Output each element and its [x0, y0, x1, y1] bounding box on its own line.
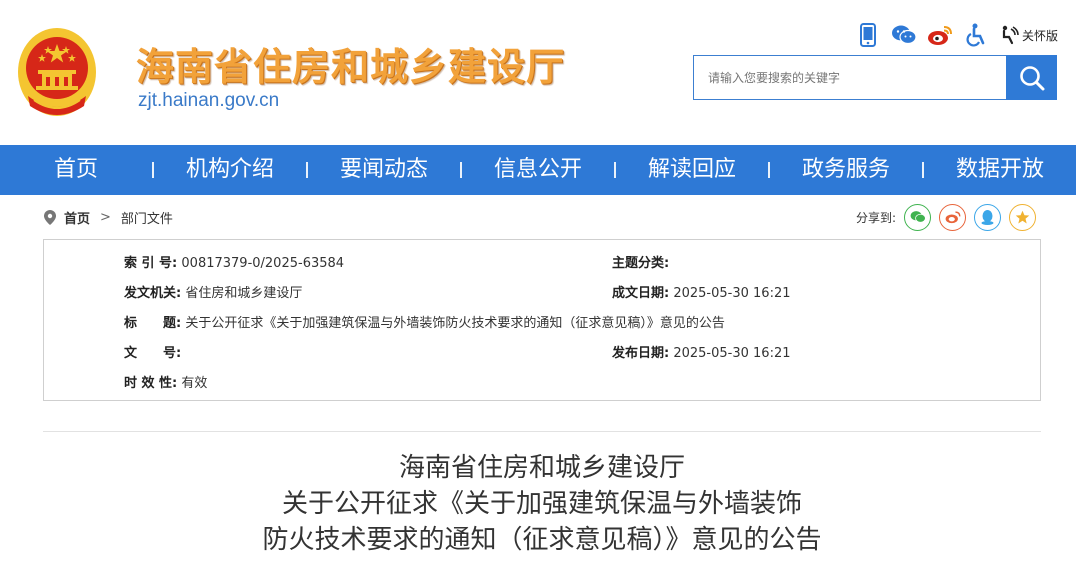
- search-input[interactable]: [693, 55, 1007, 100]
- national-emblem-logo[interactable]: [16, 26, 98, 124]
- nav-item-services[interactable]: 政务服务: [770, 145, 922, 195]
- doc-number-label: 文 号:: [124, 346, 182, 361]
- breadcrumb-current[interactable]: 部门文件: [121, 208, 173, 227]
- qq-icon: [981, 209, 994, 225]
- title-label: 标 题:: [124, 316, 182, 331]
- document-metadata: 索 引 号: 00817379-0/2025-63584 主题分类: 发文机关:…: [43, 239, 1041, 401]
- index-number-row: 索 引 号: 00817379-0/2025-63584: [124, 252, 344, 271]
- nav-item-interpretation[interactable]: 解读回应: [616, 145, 768, 195]
- issuer-label: 发文机关:: [124, 286, 182, 301]
- site-header: 海南省住房和城乡建设厅 zjt.hainan.gov.cn 关怀版: [0, 0, 1076, 145]
- search-icon: [1019, 65, 1044, 90]
- share-wechat-button[interactable]: [904, 203, 931, 231]
- accessibility-icon[interactable]: [963, 22, 989, 48]
- breadcrumb-separator: >: [100, 209, 111, 225]
- article-title-line2: 关于公开征求《关于加强建筑保温与外墙装饰: [281, 489, 802, 519]
- share-favorite-button[interactable]: [1009, 203, 1036, 231]
- main-nav: 首页 机构介绍 要闻动态 信息公开 解读回应 政务服务 数据开放: [0, 145, 1076, 195]
- created-date-value: 2025-05-30 16:21: [673, 286, 791, 301]
- breadcrumb-home[interactable]: 首页: [64, 208, 90, 227]
- weibo-icon[interactable]: [927, 22, 953, 48]
- topic-label: 主题分类:: [612, 256, 670, 271]
- content-divider: [43, 431, 1041, 432]
- validity-row: 时 效 性: 有效: [124, 372, 207, 391]
- published-date-value: 2025-05-30 16:21: [673, 346, 791, 361]
- share-qq-button[interactable]: [974, 203, 1001, 231]
- site-domain[interactable]: zjt.hainan.gov.cn: [138, 90, 279, 112]
- search-button[interactable]: [1006, 55, 1057, 100]
- issuer-value: 省住房和城乡建设厅: [185, 286, 303, 301]
- index-number-label: 索 引 号:: [124, 256, 178, 271]
- created-date-label: 成文日期:: [612, 286, 670, 301]
- nav-item-organization[interactable]: 机构介绍: [154, 145, 306, 195]
- published-date-label: 发布日期:: [612, 346, 670, 361]
- title-value: 关于公开征求《关于加强建筑保温与外墙装饰防火技术要求的通知（征求意见稿）》意见的…: [185, 316, 725, 331]
- published-date-row: 发布日期: 2025-05-30 16:21: [612, 342, 791, 361]
- issuer-row: 发文机关: 省住房和城乡建设厅: [124, 282, 302, 301]
- title-row: 标 题: 关于公开征求《关于加强建筑保温与外墙装饰防火技术要求的通知（征求意见稿…: [124, 312, 725, 331]
- star-icon: [1015, 210, 1030, 223]
- elder-mode-label: 关怀版: [1021, 28, 1058, 43]
- created-date-row: 成文日期: 2025-05-30 16:21: [612, 282, 791, 301]
- article-title-line1: 海南省住房和城乡建设厅: [398, 453, 685, 483]
- weibo-icon: [945, 211, 961, 224]
- validity-label: 时 效 性:: [124, 376, 178, 391]
- breadcrumb: 首页 > 部门文件: [44, 207, 173, 227]
- share-weibo-button[interactable]: [939, 203, 966, 231]
- top-toolbar: 关怀版: [855, 22, 1058, 48]
- nav-item-disclosure[interactable]: 信息公开: [462, 145, 614, 195]
- mobile-icon[interactable]: [855, 22, 881, 48]
- article-title-line3: 防火技术要求的通知（征求意见稿）》意见的公告: [262, 525, 822, 555]
- wechat-icon[interactable]: [891, 22, 917, 48]
- doc-number-row: 文 号:: [124, 342, 181, 361]
- share-label: 分享到:: [855, 210, 896, 225]
- topic-row: 主题分类:: [612, 252, 669, 271]
- nav-item-home[interactable]: 首页: [0, 145, 152, 195]
- site-title[interactable]: 海南省住房和城乡建设厅: [136, 36, 565, 91]
- elder-care-icon: [1002, 25, 1019, 45]
- elder-mode-link[interactable]: 关怀版: [999, 25, 1058, 45]
- validity-value: 有效: [181, 376, 208, 391]
- share-bar: 分享到:: [855, 203, 1036, 231]
- location-pin-icon: [44, 209, 56, 225]
- nav-item-open-data[interactable]: 数据开放: [924, 145, 1076, 195]
- index-number-value: 00817379-0/2025-63584: [181, 256, 345, 271]
- article-title: 海南省住房和城乡建设厅 关于公开征求《关于加强建筑保温与外墙装饰 防火技术要求的…: [0, 450, 1076, 558]
- nav-item-news[interactable]: 要闻动态: [308, 145, 460, 195]
- wechat-icon: [910, 211, 926, 223]
